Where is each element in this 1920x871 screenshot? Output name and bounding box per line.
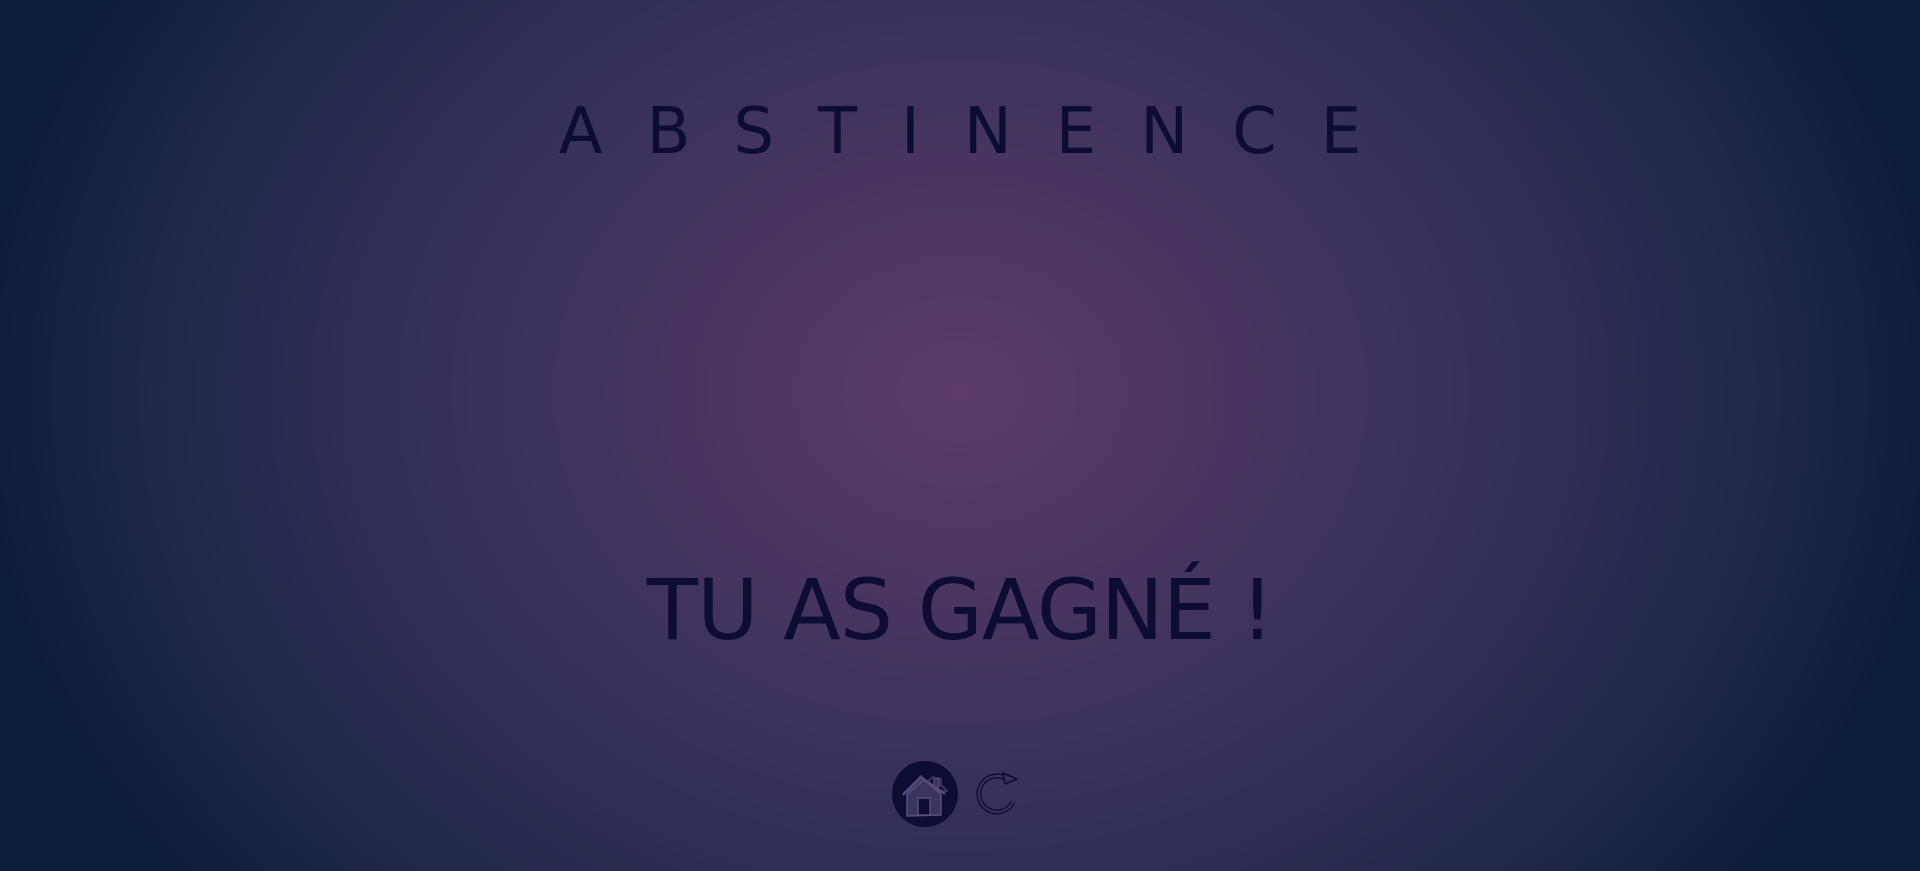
replay-icon — [976, 772, 1018, 815]
result-message: TU AS GAGNÉ ! — [646, 561, 1274, 659]
end-controls — [891, 760, 1023, 828]
home-button[interactable] — [891, 760, 959, 828]
game-title: ABSTINENCE — [558, 95, 1406, 169]
home-icon — [892, 761, 958, 827]
replay-button[interactable] — [969, 767, 1023, 821]
